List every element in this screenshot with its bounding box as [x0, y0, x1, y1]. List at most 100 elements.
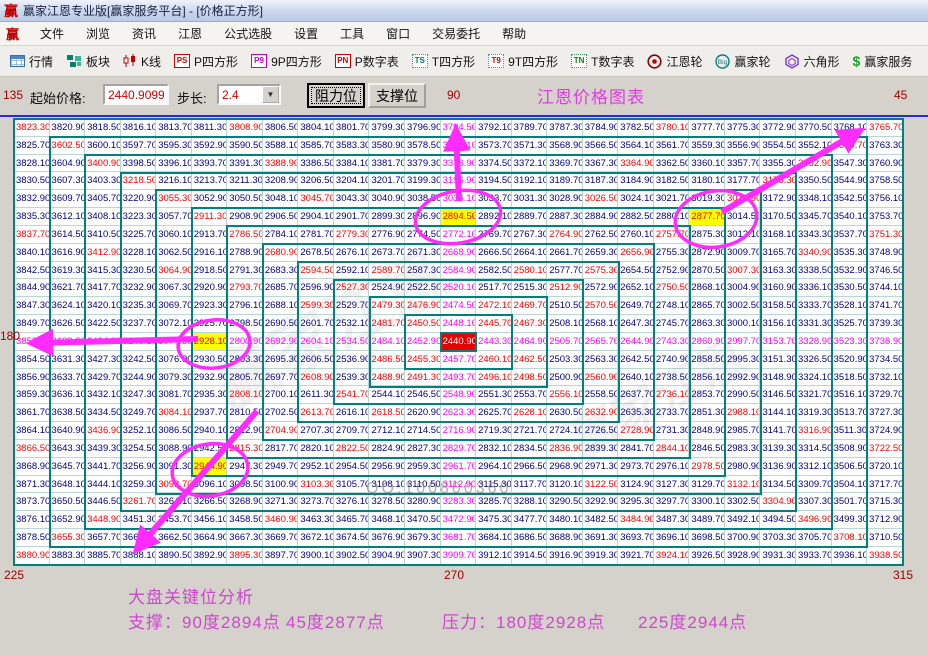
grid-cell: 3290.50 — [547, 493, 583, 512]
grid-cell: 3199.30 — [405, 172, 441, 191]
grid-cell: 3477.70 — [511, 511, 548, 530]
grid-cell: 2654.50 — [618, 261, 654, 280]
grid-cell: 3801.70 — [333, 119, 370, 137]
grid-cell-key: 2944.90 — [191, 457, 228, 476]
menu-browse[interactable]: 浏览 — [75, 22, 121, 45]
support-button[interactable]: 支撑位 — [368, 83, 426, 108]
grid-cell: 2616.10 — [333, 404, 370, 423]
grid-cell: 2887.30 — [547, 208, 583, 226]
grid-cell: 3856.90 — [14, 368, 50, 387]
grid-cell: 3408.10 — [85, 208, 121, 226]
menu-settings[interactable]: 设置 — [283, 22, 329, 45]
menu-help[interactable]: 帮助 — [491, 22, 537, 45]
grid-cell: 3144.10 — [760, 404, 797, 423]
winner-wheel-icon: Big — [715, 53, 731, 69]
grid-cell: 3715.30 — [867, 493, 903, 512]
grid-cell: 2764.90 — [547, 225, 583, 244]
toolbar-9p-square[interactable]: P9 9P四方形 — [251, 53, 322, 70]
grid-cell: 3828.10 — [14, 154, 50, 173]
toolbar-kline[interactable]: K线 — [123, 53, 161, 70]
grid-cell: 2548.90 — [440, 386, 477, 405]
grid-cell: 2978.50 — [689, 457, 725, 476]
grid-cell: 2956.90 — [369, 457, 406, 476]
grid-cell: 2882.50 — [618, 208, 654, 226]
grid-cell: 2613.70 — [298, 404, 334, 423]
grid-cell: 3900.10 — [298, 546, 334, 565]
menu-news[interactable]: 资讯 — [121, 22, 167, 45]
grid-cell: 2901.70 — [333, 208, 370, 226]
grid-cell: 3156.10 — [760, 315, 797, 333]
toolbar-t-number[interactable]: TN T数字表 — [571, 53, 634, 70]
toolbar: 行情 板块 K线 PS P四方形 P9 9P四方形 PN P数字表 TS T四方… — [0, 46, 928, 77]
grid-cell: 3926.50 — [689, 546, 725, 565]
grid-cell: 2656.90 — [618, 243, 654, 262]
grid-cell: 3504.10 — [831, 475, 868, 494]
menu-trade[interactable]: 交易委托 — [421, 22, 491, 45]
grid-cell: 3326.50 — [796, 350, 832, 369]
grid-cell: 2618.50 — [369, 404, 406, 423]
grid-cell: 2719.30 — [476, 422, 512, 440]
grid-cell: 3060.10 — [156, 225, 192, 244]
toolbar-p-number[interactable]: PN P数字表 — [334, 53, 399, 70]
grid-cell: 3924.10 — [653, 546, 690, 565]
menu-window[interactable]: 窗口 — [375, 22, 421, 45]
grid-cell: 3307.30 — [796, 493, 832, 512]
grid-cell: 3794.50 — [440, 119, 477, 137]
grid-cell: 3484.90 — [618, 511, 654, 530]
grid-cell: 2486.50 — [369, 350, 406, 369]
grid-cell: 3410.50 — [85, 225, 121, 244]
grid-cell: 3847.30 — [14, 297, 50, 316]
grid-cell: 3153.70 — [760, 332, 797, 351]
step-select[interactable]: 2.4 ▼ — [217, 84, 281, 105]
toolbar-winner-service[interactable]: $ 赢家服务 — [853, 53, 913, 70]
grid-cell: 2779.30 — [333, 225, 370, 244]
toolbar-winner-wheel[interactable]: Big 赢家轮 — [715, 53, 771, 70]
grid-cell: 3146.50 — [760, 386, 797, 405]
grid-cell: 3031.30 — [511, 190, 548, 209]
grid-cell: 3345.70 — [796, 208, 832, 226]
menu-tools[interactable]: 工具 — [329, 22, 375, 45]
grid-cell: 2472.10 — [476, 297, 512, 316]
menu-gann[interactable]: 江恩 — [167, 22, 213, 45]
grid-cell: 2884.90 — [582, 208, 619, 226]
grid-cell: 2875.30 — [689, 225, 725, 244]
grid-cell: 2844.10 — [653, 439, 690, 458]
grid-cell: 3520.90 — [831, 350, 868, 369]
grid-cell: 3830.50 — [14, 172, 50, 191]
menu-formula-stockpick[interactable]: 公式选股 — [213, 22, 283, 45]
toolbar-p-square[interactable]: PS P四方形 — [174, 53, 238, 70]
grid-cell: 3859.30 — [14, 386, 50, 405]
grid-cell: 2937.70 — [191, 404, 228, 423]
toolbar-9t-square[interactable]: T9 9T四方形 — [488, 53, 558, 70]
grid-cell: 3237.70 — [120, 315, 157, 333]
grid-cell: 2750.50 — [653, 279, 690, 298]
menu-bar: 赢 文件 浏览 资讯 江恩 公式选股 设置 工具 窗口 交易委托 帮助 — [0, 22, 928, 46]
toolbar-hexagon[interactable]: 六角形 — [784, 53, 840, 70]
grid-cell: 2920.90 — [191, 279, 228, 298]
grid-cell: 3448.90 — [85, 511, 121, 530]
grid-cell: 3261.70 — [120, 493, 157, 512]
menu-file[interactable]: 文件 — [29, 22, 75, 45]
chevron-down-icon[interactable]: ▼ — [262, 86, 279, 103]
resistance-button[interactable]: 阻力位 — [307, 83, 365, 108]
toolbar-label: T数字表 — [591, 54, 635, 69]
angle-label-135: 135 — [3, 88, 24, 102]
start-price-input[interactable] — [103, 84, 169, 105]
toolbar-sectors[interactable]: 板块 — [66, 53, 110, 70]
grid-cell: 3180.10 — [689, 172, 725, 191]
grid-cell: 3297.70 — [653, 493, 690, 512]
grid-cell: 2954.50 — [333, 457, 370, 476]
toolbar-market[interactable]: 行情 — [10, 53, 53, 70]
grid-cell: 3321.70 — [796, 386, 832, 405]
p-square-icon: PS — [174, 54, 191, 68]
toolbar-gann-wheel[interactable]: 江恩轮 — [647, 53, 702, 70]
grid-cell: 3775.30 — [724, 119, 761, 137]
toolbar-t-square[interactable]: TS T四方形 — [411, 53, 475, 70]
grid-cell: 3928.90 — [724, 546, 761, 565]
grid-cell: 3938.50 — [867, 546, 903, 565]
grid-cell: 3033.70 — [476, 190, 512, 209]
grid-cell: 3405.70 — [85, 190, 121, 209]
grid-cell: 3499.30 — [831, 511, 868, 530]
grid-cell: 3208.90 — [262, 172, 299, 191]
grid-cell: 2767.30 — [511, 225, 548, 244]
